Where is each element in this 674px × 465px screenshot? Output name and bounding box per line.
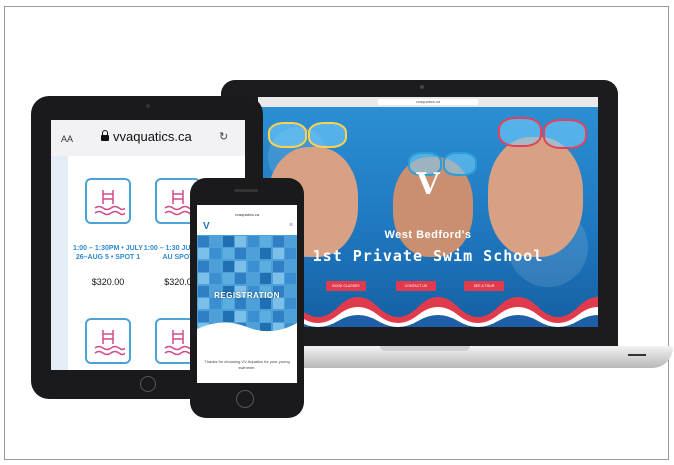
pool-tile	[235, 235, 246, 247]
hero-title: 1st Private Swim School	[312, 247, 544, 265]
goggles	[498, 117, 542, 147]
pool-ladder-icon[interactable]	[85, 318, 131, 364]
pool-tile	[222, 260, 234, 272]
pool-tile	[285, 260, 296, 272]
pool-tile	[247, 260, 259, 272]
goggles	[543, 119, 587, 149]
reload-icon[interactable]: ↻	[219, 130, 228, 143]
pool-tile	[222, 273, 234, 284]
tablet-address-bar[interactable]: AA vvaquatics.ca ↻	[51, 120, 245, 156]
text-size-button[interactable]: AA	[61, 134, 73, 144]
hero-section: V West Bedford's 1st Private Swim School…	[258, 107, 598, 327]
phone-home-button[interactable]	[236, 390, 254, 408]
phone-speaker	[234, 189, 258, 192]
browser-address-bar[interactable]: vvaquatics.ca	[378, 99, 478, 105]
pool-tile	[272, 260, 284, 272]
pool-tile	[210, 273, 221, 284]
laptop-screen: vvaquatics.ca V West Bedford's 1st Priva…	[258, 97, 598, 327]
pool-tile	[272, 248, 284, 259]
pool-tile	[260, 235, 271, 247]
menu-icon[interactable]: ≡	[289, 222, 293, 229]
wave-graphic	[258, 297, 598, 327]
laptop-notch	[380, 346, 470, 351]
class-price: $320.00	[91, 277, 125, 287]
phone-nav: V ≡	[197, 219, 297, 236]
pool-tile	[210, 260, 221, 272]
phone-wave	[197, 322, 297, 341]
pool-tile	[197, 260, 209, 272]
lock-icon	[101, 130, 109, 141]
vv-logo: V	[416, 167, 440, 202]
browser-toolbar: vvaquatics.ca	[258, 97, 598, 107]
pool-tile	[222, 235, 234, 247]
pool-tile	[210, 235, 221, 247]
laptop-indicator	[628, 354, 646, 356]
pool-tile	[247, 248, 259, 259]
pool-tile	[285, 235, 296, 247]
laptop-camera	[420, 85, 424, 89]
pool-tile	[260, 273, 271, 284]
goggles	[308, 122, 347, 148]
thanks-message: Thanks for choosing VV Aquatics for your…	[204, 359, 290, 370]
pool-tile	[235, 260, 246, 272]
pool-tile	[197, 273, 209, 284]
goggles	[268, 122, 307, 148]
class-title[interactable]: 1:00 – 1:30PM • JULY 26–AUG 5 • SPOT 1	[73, 244, 143, 262]
pool-tile	[260, 248, 271, 259]
hero-subtitle: West Bedford's	[384, 229, 472, 241]
vv-logo[interactable]: V	[203, 221, 210, 232]
pool-tile	[272, 235, 284, 247]
tablet-camera	[146, 104, 150, 108]
pool-tile	[197, 248, 209, 259]
phone-screen: vvaquatics.ca V ≡ REGISTRATION Thanks fo…	[197, 205, 297, 383]
tablet-home-button[interactable]	[140, 376, 156, 392]
pool-tile	[210, 248, 221, 259]
phone-url[interactable]: vvaquatics.ca	[197, 211, 297, 219]
registration-heading: REGISTRATION	[214, 291, 280, 300]
pool-tile	[247, 235, 259, 247]
pool-tile	[285, 273, 296, 284]
tablet-url: vvaquatics.ca	[113, 129, 192, 144]
pool-tile	[285, 248, 296, 259]
pool-tile	[197, 235, 209, 247]
pool-tile	[260, 260, 271, 272]
tablet-sidebar-strip	[51, 156, 68, 370]
pool-ladder-icon[interactable]	[85, 178, 131, 224]
pool-tile	[247, 273, 259, 284]
pool-tile	[222, 248, 234, 259]
pool-tile	[272, 273, 284, 284]
pool-tile	[235, 248, 246, 259]
pool-tile	[235, 273, 246, 284]
